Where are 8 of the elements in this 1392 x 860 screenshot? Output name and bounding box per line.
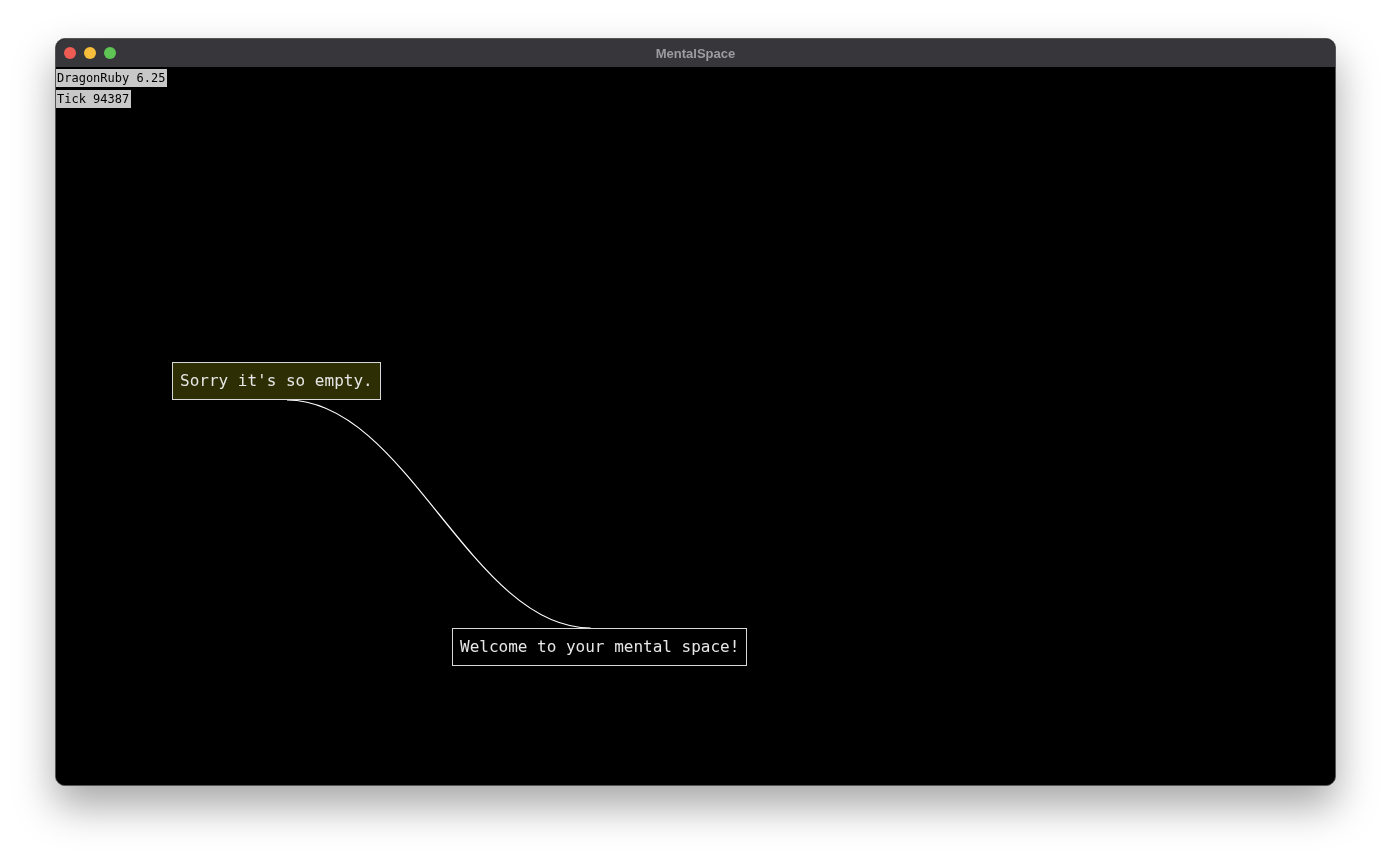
text-node[interactable]: Sorry it's so empty. xyxy=(172,362,381,400)
minimize-button[interactable] xyxy=(84,47,96,59)
window-title: MentalSpace xyxy=(655,45,736,61)
debug-text: DragonRuby 6.25 xyxy=(56,69,168,87)
close-button[interactable] xyxy=(64,47,76,59)
text-node[interactable]: Welcome to your mental space! xyxy=(452,628,748,666)
debug-text: Tick 94387 xyxy=(56,90,132,108)
zoom-button[interactable] xyxy=(104,47,116,59)
